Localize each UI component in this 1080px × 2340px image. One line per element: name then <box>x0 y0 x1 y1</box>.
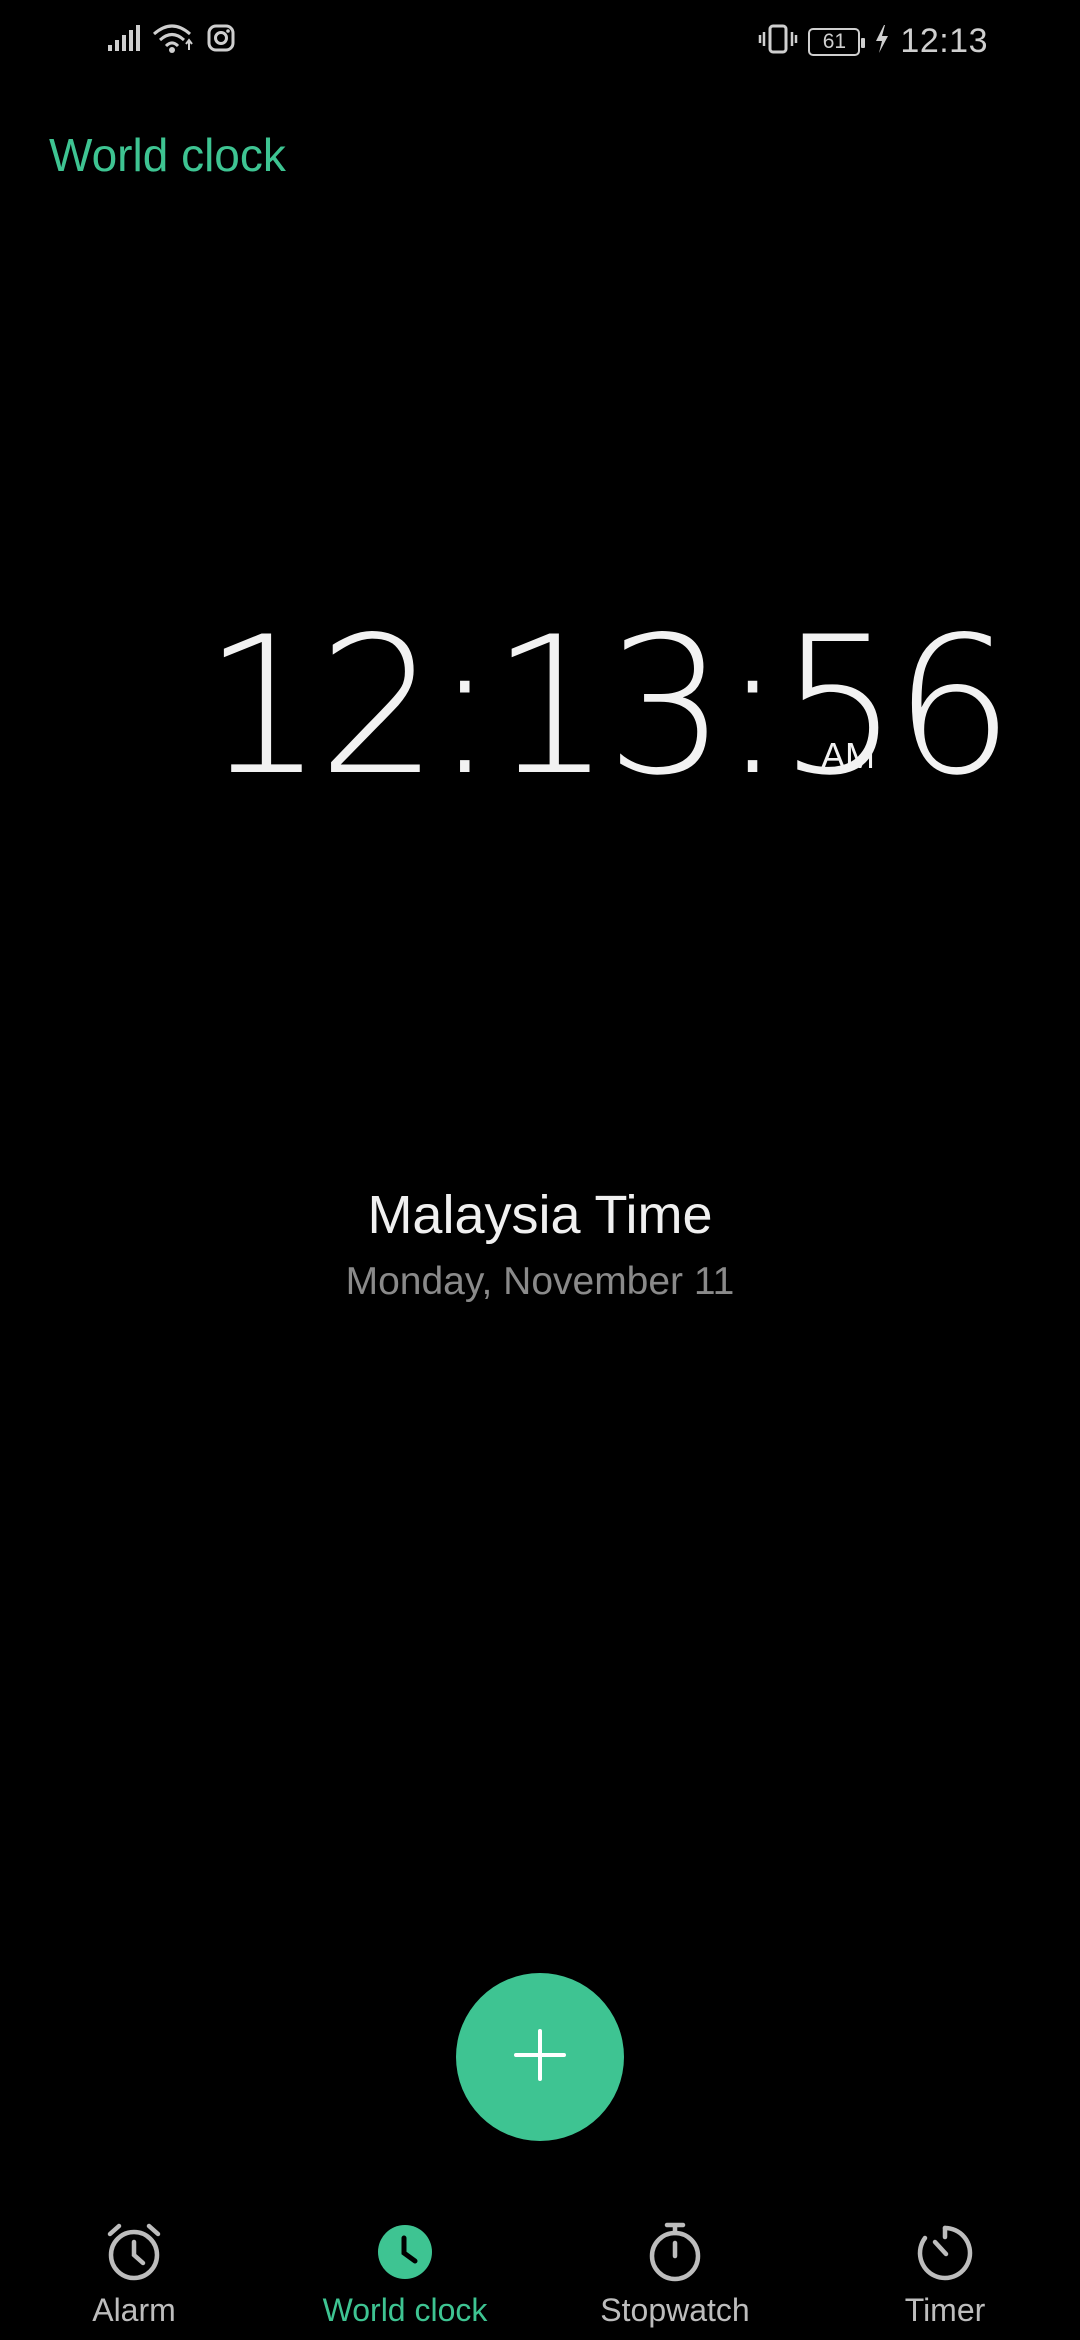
plus-icon <box>510 2025 570 2090</box>
nav-item-timer[interactable]: Timer <box>825 2200 1065 2340</box>
nav-item-alarm[interactable]: Alarm <box>14 2200 254 2340</box>
clock-period: AM <box>821 735 875 776</box>
alarm-icon <box>102 2220 166 2284</box>
status-bar: 61 12:13 <box>0 0 1080 84</box>
status-right: 61 12:13 <box>758 22 988 61</box>
timezone-name: Malaysia Time <box>367 1185 713 1245</box>
instagram-icon <box>206 23 236 58</box>
battery-icon: 61 <box>808 27 866 56</box>
wifi-icon <box>152 22 196 59</box>
nav-item-world-clock[interactable]: World clock <box>285 2200 525 2340</box>
timezone-date: Monday, November 11 <box>345 1260 735 1303</box>
bottom-nav: Alarm World clock Stopwatch Timer <box>0 2200 1080 2340</box>
stopwatch-icon <box>643 2220 707 2284</box>
nav-label-stopwatch: Stopwatch <box>600 2292 750 2328</box>
timer-icon <box>913 2220 977 2284</box>
status-time: 12:13 <box>900 22 988 60</box>
signal-icon <box>106 23 142 58</box>
clock-display: 12:13:56 AM <box>0 596 1080 817</box>
clock-icon <box>373 2220 437 2284</box>
battery-level: 61 <box>822 29 847 53</box>
nav-label-world-clock: World clock <box>322 2292 488 2328</box>
charging-icon <box>874 24 890 59</box>
add-city-button[interactable] <box>456 1973 624 2141</box>
clock-time: 12:13:56 <box>203 596 1014 817</box>
vibrate-icon <box>758 23 798 60</box>
status-left <box>106 22 236 59</box>
nav-label-alarm: Alarm <box>92 2292 176 2328</box>
page-title: World clock <box>49 129 286 181</box>
nav-label-timer: Timer <box>904 2292 986 2328</box>
nav-item-stopwatch[interactable]: Stopwatch <box>555 2200 795 2340</box>
